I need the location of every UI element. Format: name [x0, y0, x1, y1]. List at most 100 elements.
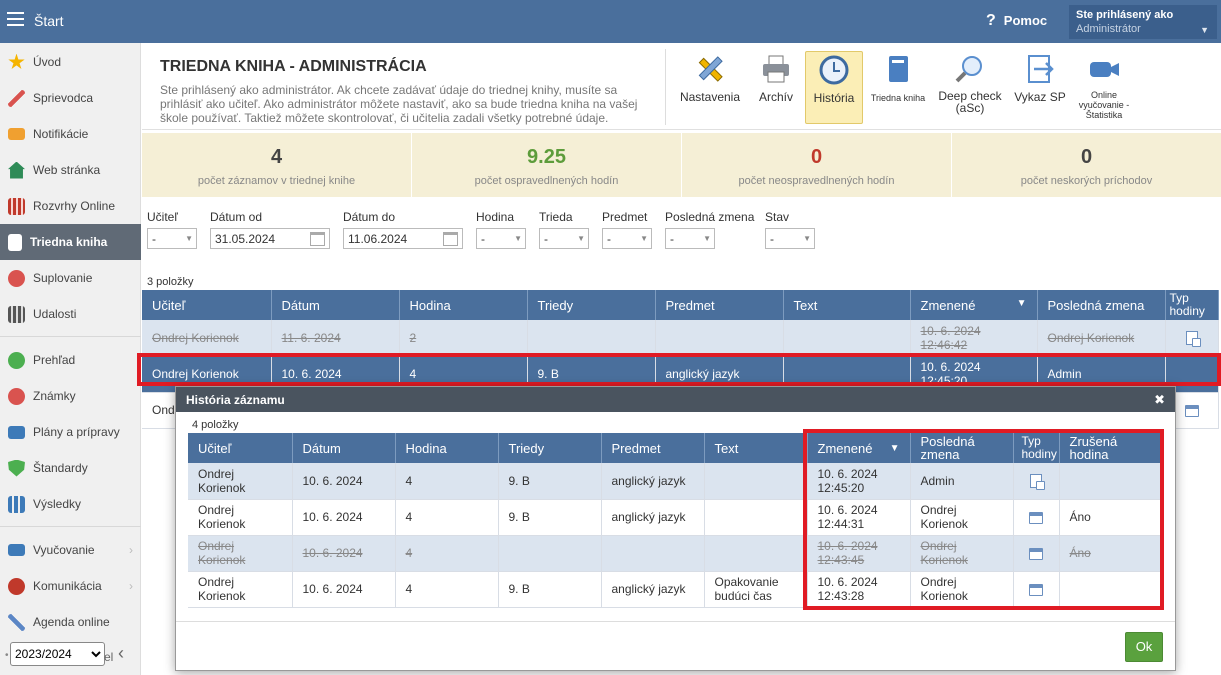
- start-link[interactable]: Štart: [34, 13, 64, 29]
- teacher-select[interactable]: - ▼: [147, 228, 197, 249]
- state-select[interactable]: - ▼: [765, 228, 815, 249]
- column-header[interactable]: Predmet: [601, 433, 705, 463]
- sidebar-item-web[interactable]: Web stránka: [0, 152, 141, 188]
- sidebar: Úvod Sprievodca Notifikácie Web stránka …: [0, 43, 141, 675]
- column-header[interactable]: Dátum: [292, 433, 396, 463]
- toolbar-divider: [665, 49, 666, 125]
- class-book-label: Triedna kniha: [870, 93, 926, 103]
- date-to-input[interactable]: 11.06.2024: [343, 228, 463, 249]
- last-change-select[interactable]: - ▼: [665, 228, 715, 249]
- column-header[interactable]: Typ hodiny: [1165, 290, 1219, 320]
- sidebar-item-plany[interactable]: Plány a prípravy: [0, 414, 141, 450]
- sidebar-item-triedna-kniha[interactable]: Triedna kniha: [0, 224, 141, 260]
- book-icon: [889, 56, 908, 82]
- timetable-icon[interactable]: [1029, 583, 1043, 596]
- column-header[interactable]: Učiteľ: [142, 290, 272, 320]
- sidebar-item-uvod[interactable]: Úvod: [0, 44, 141, 80]
- sidebar-item-label: Sprievodca: [33, 91, 94, 105]
- column-header[interactable]: Učiteľ: [188, 433, 293, 463]
- sidebar-item-vysledky[interactable]: Výsledky: [0, 486, 141, 522]
- lesson-type-icon[interactable]: [1030, 474, 1045, 491]
- column-header-changed[interactable]: Zmenené ▼: [807, 433, 911, 463]
- class-select[interactable]: - ▼: [539, 228, 589, 249]
- settings-button[interactable]: Nastavenia: [676, 51, 744, 124]
- sidebar-item-prehlad[interactable]: Prehľad: [0, 342, 141, 378]
- sidebar-item-standardy[interactable]: Štandardy: [0, 450, 141, 486]
- school-year-select[interactable]: 2023/2024: [10, 642, 105, 666]
- sidebar-item-label: Notifikácie: [33, 127, 89, 141]
- sidebar-item-notifikacie[interactable]: Notifikácie: [0, 116, 141, 152]
- column-header[interactable]: Hodina: [399, 290, 528, 320]
- report-sp-button[interactable]: Vykaz SP: [1012, 51, 1068, 124]
- online-stats-label: Online vyučovanie - Štatistika: [1078, 90, 1130, 120]
- column-header[interactable]: Triedy: [498, 433, 602, 463]
- filter-hour: Hodina - ▼: [476, 210, 526, 249]
- table-header-row: Učiteľ Dátum Hodina Triedy Predmet Text …: [188, 433, 1162, 463]
- history-row[interactable]: Ondrej Korienok 10. 6. 2024 4 9. B angli…: [188, 463, 1162, 500]
- column-header[interactable]: Typ hodiny: [1013, 433, 1060, 463]
- ok-button[interactable]: Ok: [1125, 632, 1163, 662]
- printer-icon: [763, 55, 789, 83]
- deep-check-label: Deep check (aSc): [938, 89, 1002, 115]
- timetable-icon[interactable]: [1184, 404, 1199, 417]
- settings-label: Nastavenia: [679, 90, 741, 104]
- column-header[interactable]: Triedy: [527, 290, 656, 320]
- column-header[interactable]: Posledná zmena: [1037, 290, 1166, 320]
- calendar-icon[interactable]: [310, 232, 325, 246]
- column-header[interactable]: Dátum: [271, 290, 400, 320]
- sidebar-item-agenda[interactable]: Agenda online: [0, 604, 141, 640]
- column-header-changed[interactable]: Zmenené ▼: [910, 290, 1038, 320]
- sidebar-item-udalosti[interactable]: Udalosti: [0, 296, 141, 332]
- filter-subject: Predmet - ▼: [602, 210, 652, 249]
- sidebar-trailing-text: el: [104, 650, 114, 664]
- column-header[interactable]: Posledná zmena: [910, 433, 1014, 463]
- history-row[interactable]: Ondrej Korienok 10. 6. 2024 4 9. B angli…: [188, 571, 1162, 608]
- sidebar-divider: [0, 336, 141, 337]
- column-header[interactable]: Text: [783, 290, 911, 320]
- calendar-icon[interactable]: [443, 232, 458, 246]
- hamburger-menu-icon[interactable]: [7, 12, 24, 26]
- sidebar-item-label: Výsledky: [33, 497, 82, 511]
- dialog-divider: [176, 621, 1175, 622]
- column-header[interactable]: Hodina: [395, 433, 499, 463]
- column-header[interactable]: Text: [704, 433, 808, 463]
- sidebar-item-znamky[interactable]: Známky: [0, 378, 141, 414]
- export-icon: [1028, 55, 1054, 83]
- sort-desc-icon: ▼: [889, 442, 900, 454]
- online-stats-button[interactable]: Online vyučovanie - Štatistika: [1074, 51, 1134, 124]
- history-row[interactable]: Ondrej Korienok 10. 6. 2024 4 9. B angli…: [188, 499, 1162, 536]
- timetable-icon[interactable]: [1029, 547, 1043, 560]
- lesson-type-icon[interactable]: [1185, 331, 1201, 348]
- table-row[interactable]: Ondrej Korienok 11. 6. 2024 2 10. 6. 202…: [142, 320, 1219, 357]
- history-button[interactable]: História: [805, 51, 863, 124]
- class-book-button[interactable]: Triedna kniha: [867, 51, 929, 124]
- sidebar-item-komunikacia[interactable]: Komunikácia ›: [0, 568, 141, 604]
- hour-select[interactable]: - ▼: [476, 228, 526, 249]
- sidebar-item-label: Rozvrhy Online: [33, 199, 116, 213]
- stat-late: 0 počet neskorých príchodov: [1020, 146, 1153, 187]
- sidebar-item-label: Prehľad: [33, 353, 76, 367]
- bar-chart-icon: [8, 495, 25, 513]
- chevron-down-icon: ▼: [803, 234, 811, 243]
- sidebar-item-suplovanie[interactable]: Suplovanie: [0, 260, 141, 296]
- user-menu[interactable]: Ste prihlásený ako Administrátor ▼: [1069, 5, 1217, 39]
- collapse-sidebar-icon[interactable]: ‹: [118, 643, 124, 664]
- history-dialog: História záznamu ✖ 4 položky Učiteľ Dátu…: [175, 386, 1176, 671]
- sidebar-item-rozvrhy[interactable]: Rozvrhy Online: [0, 188, 141, 224]
- dialog-header: História záznamu ✖: [176, 387, 1175, 412]
- sidebar-item-sprievodca[interactable]: Sprievodca: [0, 80, 141, 116]
- subject-select[interactable]: - ▼: [602, 228, 652, 249]
- history-row[interactable]: Ondrej Korienok 10. 6. 2024 4 10. 6. 202…: [188, 535, 1162, 572]
- help-button[interactable]: ? Pomoc: [986, 12, 1047, 30]
- person-icon: [8, 269, 25, 287]
- deep-check-button[interactable]: Deep check (aSc): [935, 51, 1005, 124]
- column-header[interactable]: Zrušená hodina: [1059, 433, 1162, 463]
- page-header: TRIEDNA KNIHA - ADMINISTRÁCIA Ste prihlá…: [142, 43, 1221, 130]
- column-header[interactable]: Predmet: [655, 290, 784, 320]
- close-icon[interactable]: ✖: [1154, 392, 1165, 408]
- timetable-icon[interactable]: [1029, 511, 1043, 524]
- sidebar-item-vyucovanie[interactable]: Vyučovanie ›: [0, 532, 141, 568]
- archive-button[interactable]: Archív: [750, 51, 802, 124]
- sidebar-item-label: Web stránka: [33, 163, 101, 177]
- date-from-input[interactable]: 31.05.2024: [210, 228, 330, 249]
